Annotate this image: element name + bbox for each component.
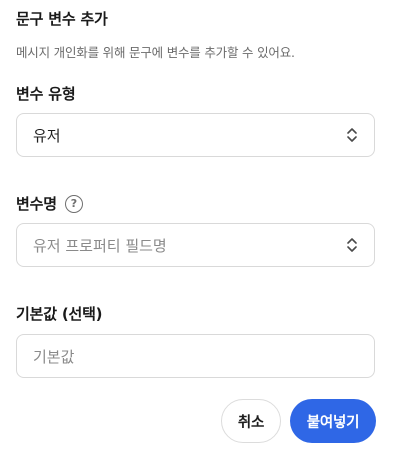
variable-type-label: 변수 유형 bbox=[16, 83, 76, 104]
default-value-placeholder: 기본값 bbox=[33, 347, 75, 366]
select-arrows-icon bbox=[347, 238, 357, 252]
default-value-label: 기본값 (선택) bbox=[16, 303, 103, 324]
question-circle-icon[interactable]: ? bbox=[64, 194, 83, 213]
paste-button[interactable]: 붙여넣기 bbox=[290, 399, 376, 443]
variable-type-selected-value: 유저 bbox=[33, 126, 61, 145]
variable-name-placeholder: 유저 프로퍼티 필드명 bbox=[33, 236, 167, 255]
variable-name-select[interactable]: 유저 프로퍼티 필드명 bbox=[16, 223, 375, 267]
variable-name-label: 변수명 ? bbox=[16, 193, 83, 214]
variable-name-label-text: 변수명 bbox=[16, 195, 57, 213]
add-text-variable-dialog: 문구 변수 추가 메시지 개인화를 위해 문구에 변수를 추가할 수 있어요. … bbox=[0, 0, 393, 457]
default-value-label-text: 기본값 (선택) bbox=[16, 305, 103, 323]
variable-type-select[interactable]: 유저 bbox=[16, 113, 375, 157]
variable-type-label-text: 변수 유형 bbox=[16, 85, 76, 103]
select-arrows-icon bbox=[347, 128, 357, 142]
dialog-title: 문구 변수 추가 bbox=[16, 10, 108, 28]
dialog-description: 메시지 개인화를 위해 문구에 변수를 추가할 수 있어요. bbox=[16, 45, 295, 60]
default-value-input[interactable]: 기본값 bbox=[16, 334, 375, 378]
cancel-button[interactable]: 취소 bbox=[221, 399, 281, 443]
